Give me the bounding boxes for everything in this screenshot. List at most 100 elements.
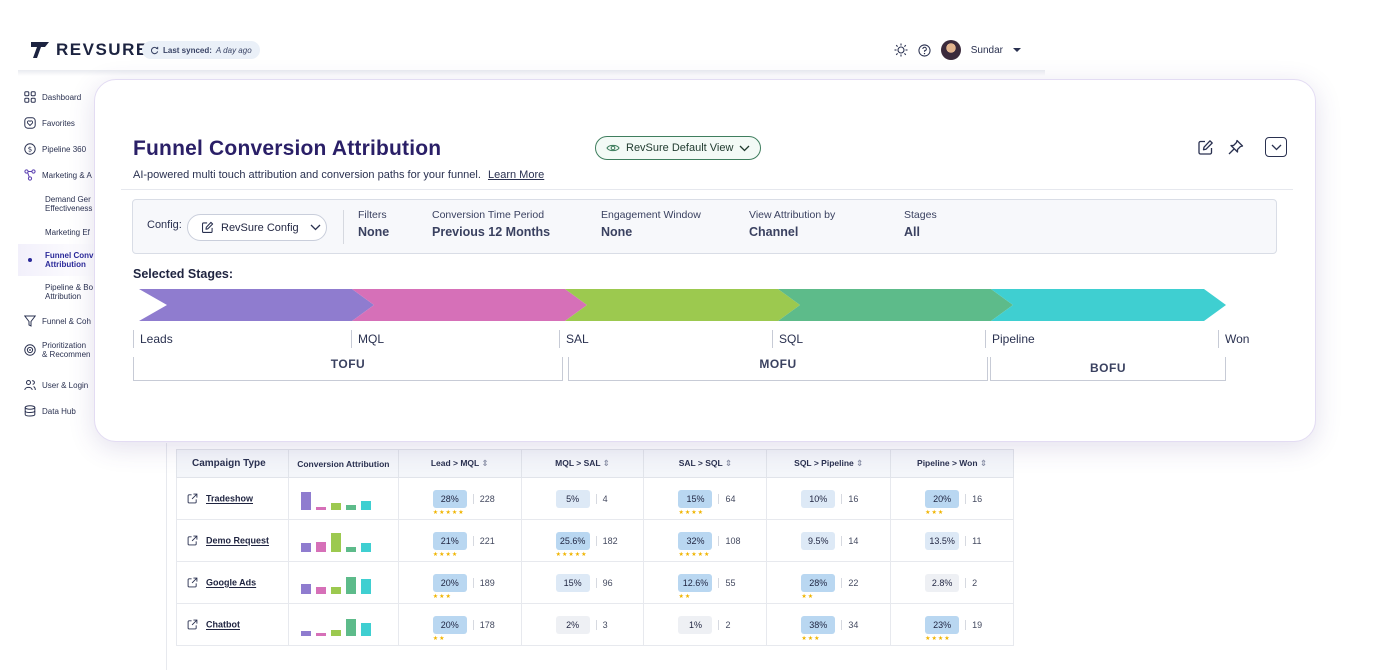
sidebar-item-marketing[interactable]: Marketing & A xyxy=(18,162,98,188)
campaign-name-link[interactable]: Demo Request xyxy=(206,536,269,546)
campaign-name-link[interactable]: Google Ads xyxy=(206,578,256,588)
campaign-cell: Chatbot xyxy=(176,603,289,646)
funnel-stage-arrow[interactable] xyxy=(991,289,1226,321)
sidebar-item-label: User & Login xyxy=(42,380,89,390)
sidebar-subitem-pipeline-bookings[interactable]: Pipeline & Bo Attribution xyxy=(18,276,98,308)
funnel-stage-arrow[interactable] xyxy=(778,289,1013,321)
sidebar-item-pipeline-360[interactable]: $ Pipeline 360 xyxy=(18,136,98,162)
external-link-icon[interactable] xyxy=(187,535,198,546)
value-separator xyxy=(841,535,843,546)
column-header-sal-sql[interactable]: SAL > SQL ⇕ xyxy=(643,449,768,478)
mini-bar xyxy=(315,632,326,636)
metric-wrap: 2.8% 2 xyxy=(925,573,977,592)
table-row[interactable]: Google Ads 20% ★★★ 189 15% 96 12.6% ★★ 55 28% ★★ 22… xyxy=(176,561,1014,604)
conversion-count: 178 xyxy=(479,619,495,630)
funnel-stage-arrow[interactable] xyxy=(352,289,587,321)
label-line-1: Funnel Conv xyxy=(45,251,94,260)
config-field-view-attribution-by[interactable]: View Attribution by Channel xyxy=(749,209,835,239)
sort-icon[interactable]: ⇕ xyxy=(725,458,732,468)
sort-icon[interactable]: ⇕ xyxy=(603,458,610,468)
table-row[interactable]: Tradeshow 28% ★★★★★ 228 5% 4 15% ★★★★ 64 10% 16 20%… xyxy=(176,477,1014,520)
help-icon[interactable] xyxy=(918,43,931,57)
conversion-count: 34 xyxy=(848,619,859,630)
svg-text:$: $ xyxy=(28,146,32,154)
theme-toggle-icon[interactable] xyxy=(894,43,908,57)
config-select[interactable]: RevSure Config xyxy=(187,214,327,241)
conversion-count: 55 xyxy=(725,577,736,588)
revsure-logo[interactable]: REVSURE xyxy=(30,40,149,60)
config-field-stages[interactable]: Stages All xyxy=(904,209,937,239)
mini-bar xyxy=(360,500,371,510)
value-separator xyxy=(472,577,474,588)
conversion-rate-value: 32% xyxy=(678,531,713,550)
metric-wrap: 15% ★★★★ 64 xyxy=(678,489,735,516)
pin-button[interactable] xyxy=(1225,137,1245,157)
user-avatar[interactable] xyxy=(940,40,961,60)
metric-wrap: 15% 96 xyxy=(555,573,613,592)
campaign-name-link[interactable]: Tradeshow xyxy=(206,494,253,504)
external-link-icon[interactable] xyxy=(187,619,198,630)
column-header-lead-mql[interactable]: Lead > MQL ⇕ xyxy=(397,449,522,478)
funnel-stage-arrow[interactable] xyxy=(565,289,800,321)
sidebar-item-user-login[interactable]: User & Login xyxy=(18,372,98,398)
conversion-rate-value: 20% xyxy=(432,615,467,634)
value-separator xyxy=(595,577,597,588)
value-separator xyxy=(965,577,967,588)
external-link-icon[interactable] xyxy=(187,577,198,588)
table-row[interactable]: Demo Request 21% ★★★★ 221 25.6% ★★★★★ 182 32% ★★… xyxy=(176,519,1014,562)
sidebar-item-funnel-cohort[interactable]: Funnel & Coh xyxy=(18,308,98,334)
metric-wrap: 13.5% 11 xyxy=(925,531,981,550)
config-field-conversion-time-period[interactable]: Conversion Time Period Previous 12 Month… xyxy=(432,209,550,239)
metric-wrap: 12.6% ★★ 55 xyxy=(678,573,736,600)
target-icon xyxy=(24,344,36,356)
sort-icon[interactable]: ⇕ xyxy=(856,458,863,468)
column-header-conversion-attribution[interactable]: Conversion Attribution xyxy=(287,449,399,478)
sidebar-subitem-label: Funnel Conv Attribution xyxy=(45,251,93,269)
sidebar-item-data-hub[interactable]: Data Hub xyxy=(18,398,98,424)
metric-wrap: 28% ★★★★★ 228 xyxy=(432,489,495,516)
network-icon xyxy=(24,169,36,181)
sidebar-subitem-marketing-eff[interactable]: Marketing Ef xyxy=(18,220,98,244)
column-header-sql-pipeline[interactable]: SQL > Pipeline ⇕ xyxy=(766,449,892,478)
external-link-icon[interactable] xyxy=(187,493,198,504)
config-field-key: Stages xyxy=(904,209,937,221)
conversion-rate-value: 23% xyxy=(925,615,960,634)
value-separator xyxy=(965,493,967,504)
mini-bar xyxy=(360,542,371,552)
column-header-campaign-type[interactable]: Campaign Type xyxy=(176,449,289,478)
rating-stars: ★★ xyxy=(678,593,692,600)
sort-icon[interactable]: ⇕ xyxy=(481,458,488,468)
user-name[interactable]: Sundar xyxy=(971,45,1003,56)
label-line-1: Prioritization xyxy=(42,341,87,350)
mini-bar-chart xyxy=(289,614,398,636)
value-separator xyxy=(965,535,967,546)
view-selector[interactable]: RevSure Default View xyxy=(595,136,762,160)
edit-button[interactable] xyxy=(1195,137,1215,157)
sidebar-subitem-label: Pipeline & Bo Attribution xyxy=(45,283,93,301)
sort-icon[interactable]: ⇕ xyxy=(980,458,987,468)
funnel-stage-arrow[interactable] xyxy=(139,289,374,321)
sidebar-item-dashboard[interactable]: Dashboard xyxy=(18,84,98,110)
conversion-count: 22 xyxy=(848,577,859,588)
conversion-rate: 13.5% xyxy=(925,531,960,550)
sidebar-subitem-demand-gen[interactable]: Demand Ger Effectiveness xyxy=(18,188,98,220)
config-field-engagement-window[interactable]: Engagement Window None xyxy=(601,209,701,239)
conversion-metric-cell: 20% ★★★ 189 xyxy=(397,561,522,604)
conversion-rate: 12.6% ★★ xyxy=(678,573,713,600)
sidebar-subitem-funnel-conversion[interactable]: Funnel Conv Attribution xyxy=(18,244,98,276)
mini-bar xyxy=(330,502,341,510)
chevron-down-icon[interactable] xyxy=(1013,47,1021,53)
sidebar-item-favorites[interactable]: Favorites xyxy=(18,110,98,136)
table-row[interactable]: Chatbot 20% ★★ 178 2% 3 1% 2 38% ★★★ 34 23% ★★★★ 19 xyxy=(176,603,1014,646)
collapse-button[interactable] xyxy=(1265,137,1287,157)
label-line-2: & Recommen xyxy=(42,350,91,359)
column-header-mql-sal[interactable]: MQL > SAL ⇕ xyxy=(520,449,645,478)
stage-label-mql: MQL xyxy=(351,330,384,348)
learn-more-link[interactable]: Learn More xyxy=(488,169,544,181)
sidebar-item-prioritization[interactable]: Prioritization & Recommen xyxy=(18,334,98,366)
conversion-count: 221 xyxy=(479,535,495,546)
conversion-count: 108 xyxy=(725,535,741,546)
column-header-pipeline-won[interactable]: Pipeline > Won ⇕ xyxy=(890,449,1014,478)
campaign-name-link[interactable]: Chatbot xyxy=(206,620,240,630)
config-field-filters[interactable]: Filters None xyxy=(358,209,389,239)
